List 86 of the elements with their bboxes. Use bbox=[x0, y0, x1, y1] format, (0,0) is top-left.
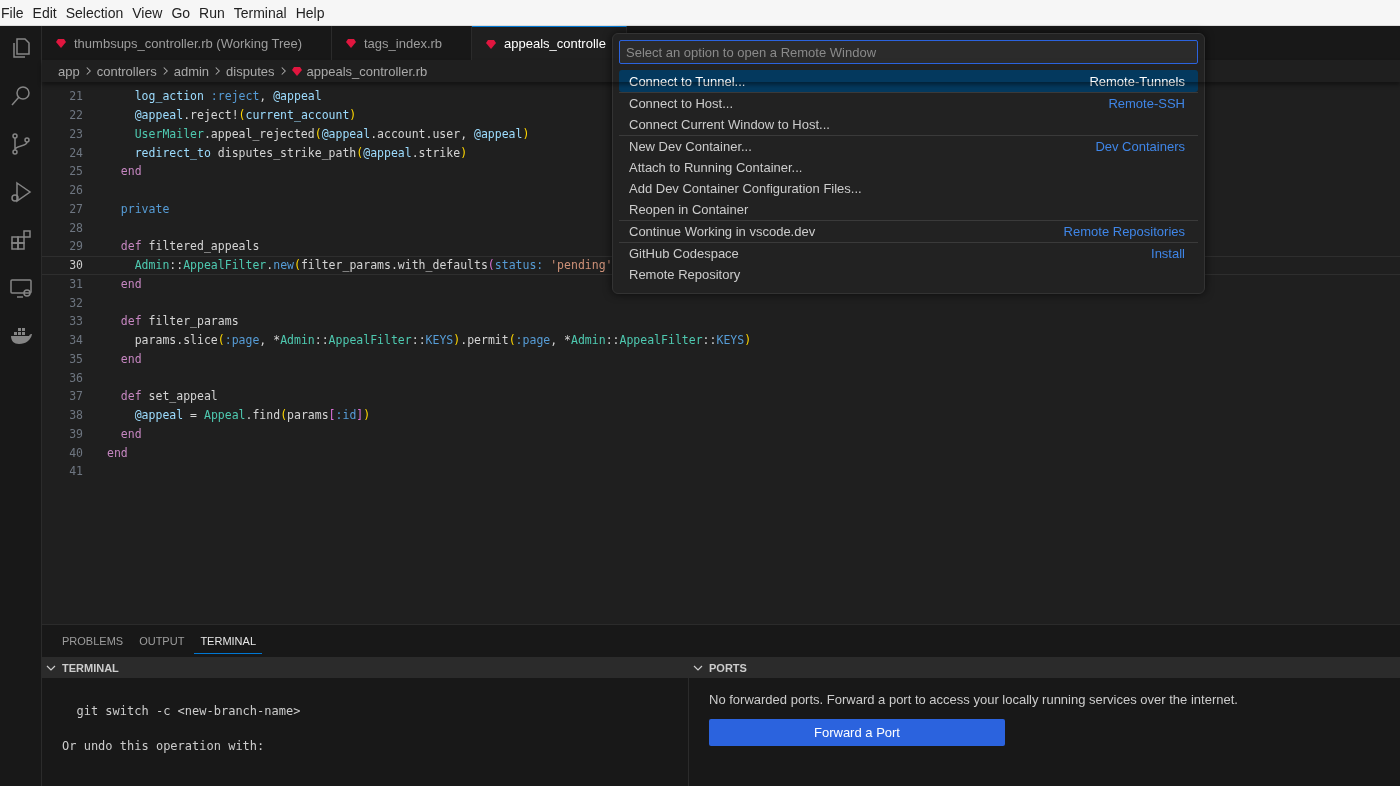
menu-item[interactable]: View bbox=[130, 4, 170, 21]
ports-message: No forwarded ports. Forward a port to access your locally running services over the internet. bbox=[709, 692, 1239, 707]
quick-pick-item[interactable]: Add Dev Container Configuration Files... bbox=[619, 178, 1198, 199]
quick-pick-item[interactable]: GitHub Codespace Install bbox=[619, 242, 1198, 264]
code-line: end bbox=[107, 445, 128, 460]
line-number: 25 bbox=[68, 164, 84, 179]
line-number: 35 bbox=[68, 351, 84, 366]
breadcrumb-item[interactable]: controllers bbox=[96, 63, 157, 79]
menu-item[interactable]: Edit bbox=[30, 4, 64, 21]
forward-port-button[interactable]: Forward a Port bbox=[709, 719, 1005, 746]
line-number: 34 bbox=[68, 333, 84, 348]
run-debug-icon[interactable] bbox=[8, 180, 33, 204]
code-line: UserMailer.appeal_rejected(@appeal.account.user, @appeal) bbox=[133, 126, 530, 141]
breadcrumb-item[interactable]: appeals_controller.rb bbox=[306, 63, 428, 79]
ruby-file-icon bbox=[291, 66, 302, 76]
quick-pick-item[interactable]: Connect to Host... Remote-SSH bbox=[619, 92, 1198, 114]
extensions-icon[interactable] bbox=[8, 228, 33, 252]
ruby-file-icon bbox=[486, 38, 496, 49]
line-number: 31 bbox=[68, 276, 84, 291]
line-number: 30 bbox=[68, 258, 84, 273]
quick-pick-item[interactable]: Reopen in Container bbox=[619, 199, 1198, 220]
quick-pick-item[interactable]: Connect to Tunnel... Remote-Tunnels bbox=[619, 70, 1198, 92]
panel-tab[interactable]: TERMINAL bbox=[194, 628, 262, 654]
breadcrumb-item[interactable]: admin bbox=[173, 63, 210, 79]
line-number: 27 bbox=[68, 201, 84, 216]
quick-pick-item[interactable]: Connect Current Window to Host... bbox=[619, 114, 1198, 135]
menu-item[interactable]: Run bbox=[197, 4, 232, 21]
search-icon[interactable] bbox=[8, 84, 33, 108]
line-number: 33 bbox=[68, 314, 84, 329]
line-number: 41 bbox=[68, 464, 84, 479]
code-line: end bbox=[119, 164, 142, 179]
menu-item[interactable]: Selection bbox=[63, 4, 131, 21]
chevron-icon bbox=[161, 66, 169, 76]
line-number: 23 bbox=[68, 126, 84, 141]
code-line: end bbox=[119, 351, 142, 366]
line-number: 38 bbox=[68, 408, 84, 423]
code-line: def set_appeal bbox=[119, 389, 218, 404]
breadcrumb-item[interactable]: app bbox=[58, 63, 80, 79]
line-number: 36 bbox=[68, 370, 84, 385]
menu-item[interactable]: File bbox=[0, 4, 31, 21]
line-number: 28 bbox=[68, 220, 84, 235]
chevron-down-icon[interactable] bbox=[693, 663, 703, 672]
line-number: 21 bbox=[68, 89, 84, 104]
panel-tab[interactable]: PROBLEMS bbox=[56, 628, 130, 654]
editor-tab[interactable]: appeals_controlle bbox=[472, 26, 627, 60]
chevron-icon bbox=[84, 66, 92, 76]
code-line: log_action :reject, @appeal bbox=[133, 89, 322, 104]
code-line: @appeal = Appeal.find(params[:id]) bbox=[133, 408, 371, 423]
code-line: def filter_params bbox=[119, 314, 239, 329]
code-line: @appeal.reject!(current_account) bbox=[133, 108, 357, 123]
terminal-line: git switch -c <new-branch-name> bbox=[75, 704, 302, 718]
line-number: 32 bbox=[68, 295, 84, 310]
chevron-icon bbox=[214, 66, 222, 76]
line-number: 40 bbox=[68, 445, 84, 460]
code-line: redirect_to disputes_strike_path(@appeal.strike) bbox=[133, 145, 468, 160]
code-line: params.slice(:page, *Admin::AppealFilter::KEYS).permit(:page, *Admin::AppealFilter::KEYS) bbox=[133, 333, 752, 348]
line-number: 39 bbox=[68, 426, 84, 441]
quick-pick-item[interactable]: Continue Working in vscode.dev Remote Repositories bbox=[619, 220, 1198, 242]
menu-item[interactable]: Help bbox=[293, 4, 332, 21]
monitor-icon[interactable] bbox=[8, 276, 33, 300]
code-line: Admin::AppealFilter.new(filter_params.with_defaults(status: 'pending' bbox=[133, 258, 613, 273]
code-line: private bbox=[119, 201, 170, 216]
quick-pick-item[interactable]: Remote Repository bbox=[619, 264, 1198, 285]
line-number: 22 bbox=[68, 108, 84, 123]
line-number: 37 bbox=[68, 389, 84, 404]
editor-tab[interactable]: thumbsups_controller.rb (Working Tree) bbox=[42, 26, 332, 60]
ruby-file-icon bbox=[56, 38, 66, 48]
code-line: end bbox=[119, 426, 142, 441]
code-line: def filtered_appeals bbox=[119, 239, 260, 254]
terminal-line: Or undo this operation with: bbox=[62, 739, 266, 753]
menu-item[interactable]: Go bbox=[169, 4, 198, 21]
section-title: TERMINAL bbox=[62, 661, 119, 674]
section-title: PORTS bbox=[709, 661, 747, 674]
panel-tab[interactable]: OUTPUT bbox=[133, 628, 191, 654]
line-number: 29 bbox=[68, 239, 84, 254]
code-line: end bbox=[119, 276, 142, 291]
quick-pick-input[interactable]: Select an option to open a Remote Window bbox=[619, 40, 1198, 64]
chevron-down-icon[interactable] bbox=[46, 663, 56, 672]
ruby-file-icon bbox=[346, 38, 356, 48]
line-number: 24 bbox=[68, 145, 84, 160]
breadcrumb-item[interactable]: disputes bbox=[226, 63, 275, 79]
chevron-icon bbox=[279, 66, 287, 76]
quick-pick-item[interactable]: New Dev Container... Dev Containers bbox=[619, 135, 1198, 157]
menu-item[interactable]: Terminal bbox=[231, 4, 294, 21]
quick-pick-item[interactable]: Attach to Running Container... bbox=[619, 157, 1198, 178]
line-number: 26 bbox=[68, 183, 84, 198]
